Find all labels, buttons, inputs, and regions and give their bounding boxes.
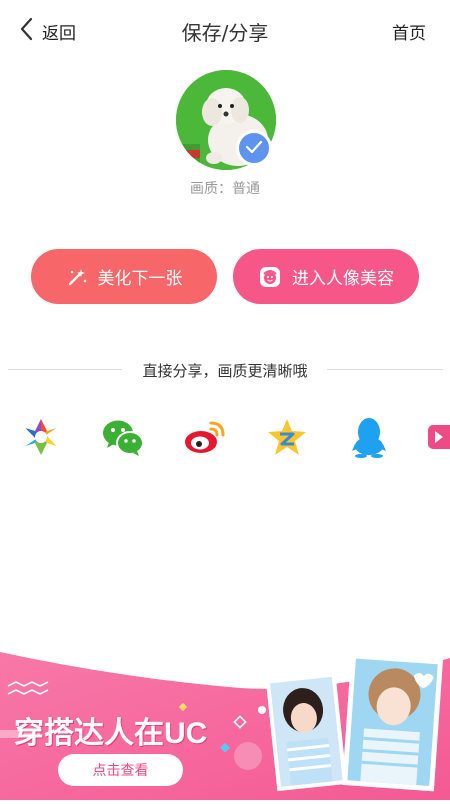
page-title: 保存/分享 <box>181 21 269 45</box>
share-targets <box>0 413 450 461</box>
ad-banner[interactable]: 穿搭达人在UC 点击查看 <box>0 630 450 800</box>
home-button[interactable]: 首页 <box>392 19 426 44</box>
top-bar: 返回 保存/分享 首页 <box>0 0 450 62</box>
camera-aperture-icon[interactable] <box>17 413 65 461</box>
saved-image-preview[interactable] <box>176 70 276 170</box>
beautify-next-button[interactable]: 美化下一张 <box>31 249 217 304</box>
qq-icon[interactable] <box>345 413 393 461</box>
ad-view-button[interactable]: 点击查看 <box>58 754 183 786</box>
saved-check-badge <box>236 130 272 166</box>
portrait-beauty-label: 进入人像美容 <box>292 269 394 289</box>
checkmark-icon <box>245 139 263 158</box>
weibo-icon[interactable] <box>181 413 229 461</box>
ad-banner-title: 穿搭达人在UC <box>14 717 208 750</box>
share-hint: 直接分享，画质更清晰哦 <box>142 362 308 380</box>
qzone-icon[interactable] <box>263 413 311 461</box>
image-quality-label: 画质：普通 <box>190 181 260 197</box>
magic-wand-icon <box>66 266 88 288</box>
more-share-icon[interactable] <box>425 413 450 461</box>
portrait-beauty-button[interactable]: 进入人像美容 <box>233 249 419 304</box>
beautify-next-label: 美化下一张 <box>97 269 183 289</box>
wechat-icon[interactable] <box>99 413 147 461</box>
face-icon <box>258 265 282 289</box>
